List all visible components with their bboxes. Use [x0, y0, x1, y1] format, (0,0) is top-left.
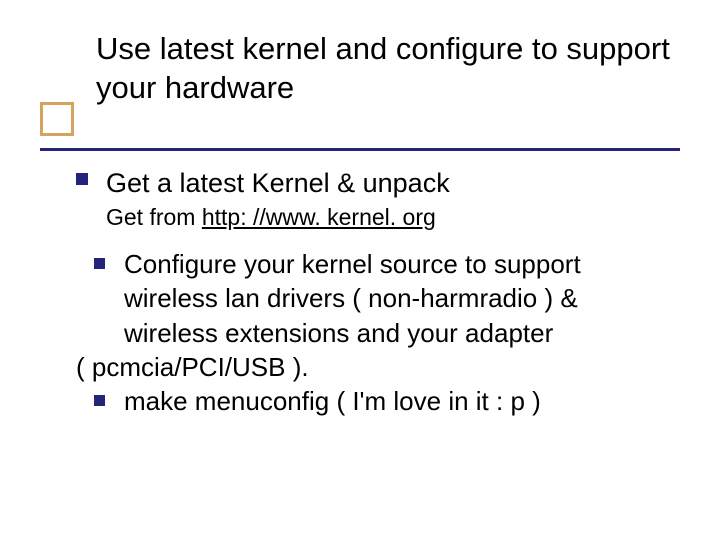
- accent-square-icon: [40, 102, 74, 136]
- bullet-text: make menuconfig ( I'm love in it : p ): [124, 386, 541, 416]
- square-bullet-icon: [94, 258, 105, 269]
- square-bullet-icon: [76, 173, 88, 185]
- accent-underline: [40, 148, 680, 151]
- bullet-group-2: Configure your kernel source to support …: [76, 247, 671, 419]
- bullet-item-1: Get a latest Kernel & unpack Get from ht…: [76, 166, 671, 233]
- bullet-item-2: Configure your kernel source to support …: [76, 247, 671, 350]
- slide-title: Use latest kernel and configure to suppo…: [96, 30, 676, 108]
- slide-body: Get a latest Kernel & unpack Get from ht…: [76, 166, 671, 419]
- subtext-prefix: Get from: [106, 204, 202, 230]
- bullet-text: Configure your kernel source to support …: [124, 249, 581, 348]
- bullet-item-3: make menuconfig ( I'm love in it : p ): [76, 384, 671, 418]
- bullet-text: Get a latest Kernel & unpack: [106, 166, 671, 201]
- bullet-item-2-cont: ( pcmcia/PCI/USB ).: [76, 350, 671, 384]
- square-bullet-icon: [94, 395, 105, 406]
- kernel-org-link[interactable]: http: //www. kernel. org: [202, 204, 436, 230]
- bullet-subtext: Get from http: //www. kernel. org: [106, 203, 671, 233]
- slide: Use latest kernel and configure to suppo…: [0, 0, 720, 540]
